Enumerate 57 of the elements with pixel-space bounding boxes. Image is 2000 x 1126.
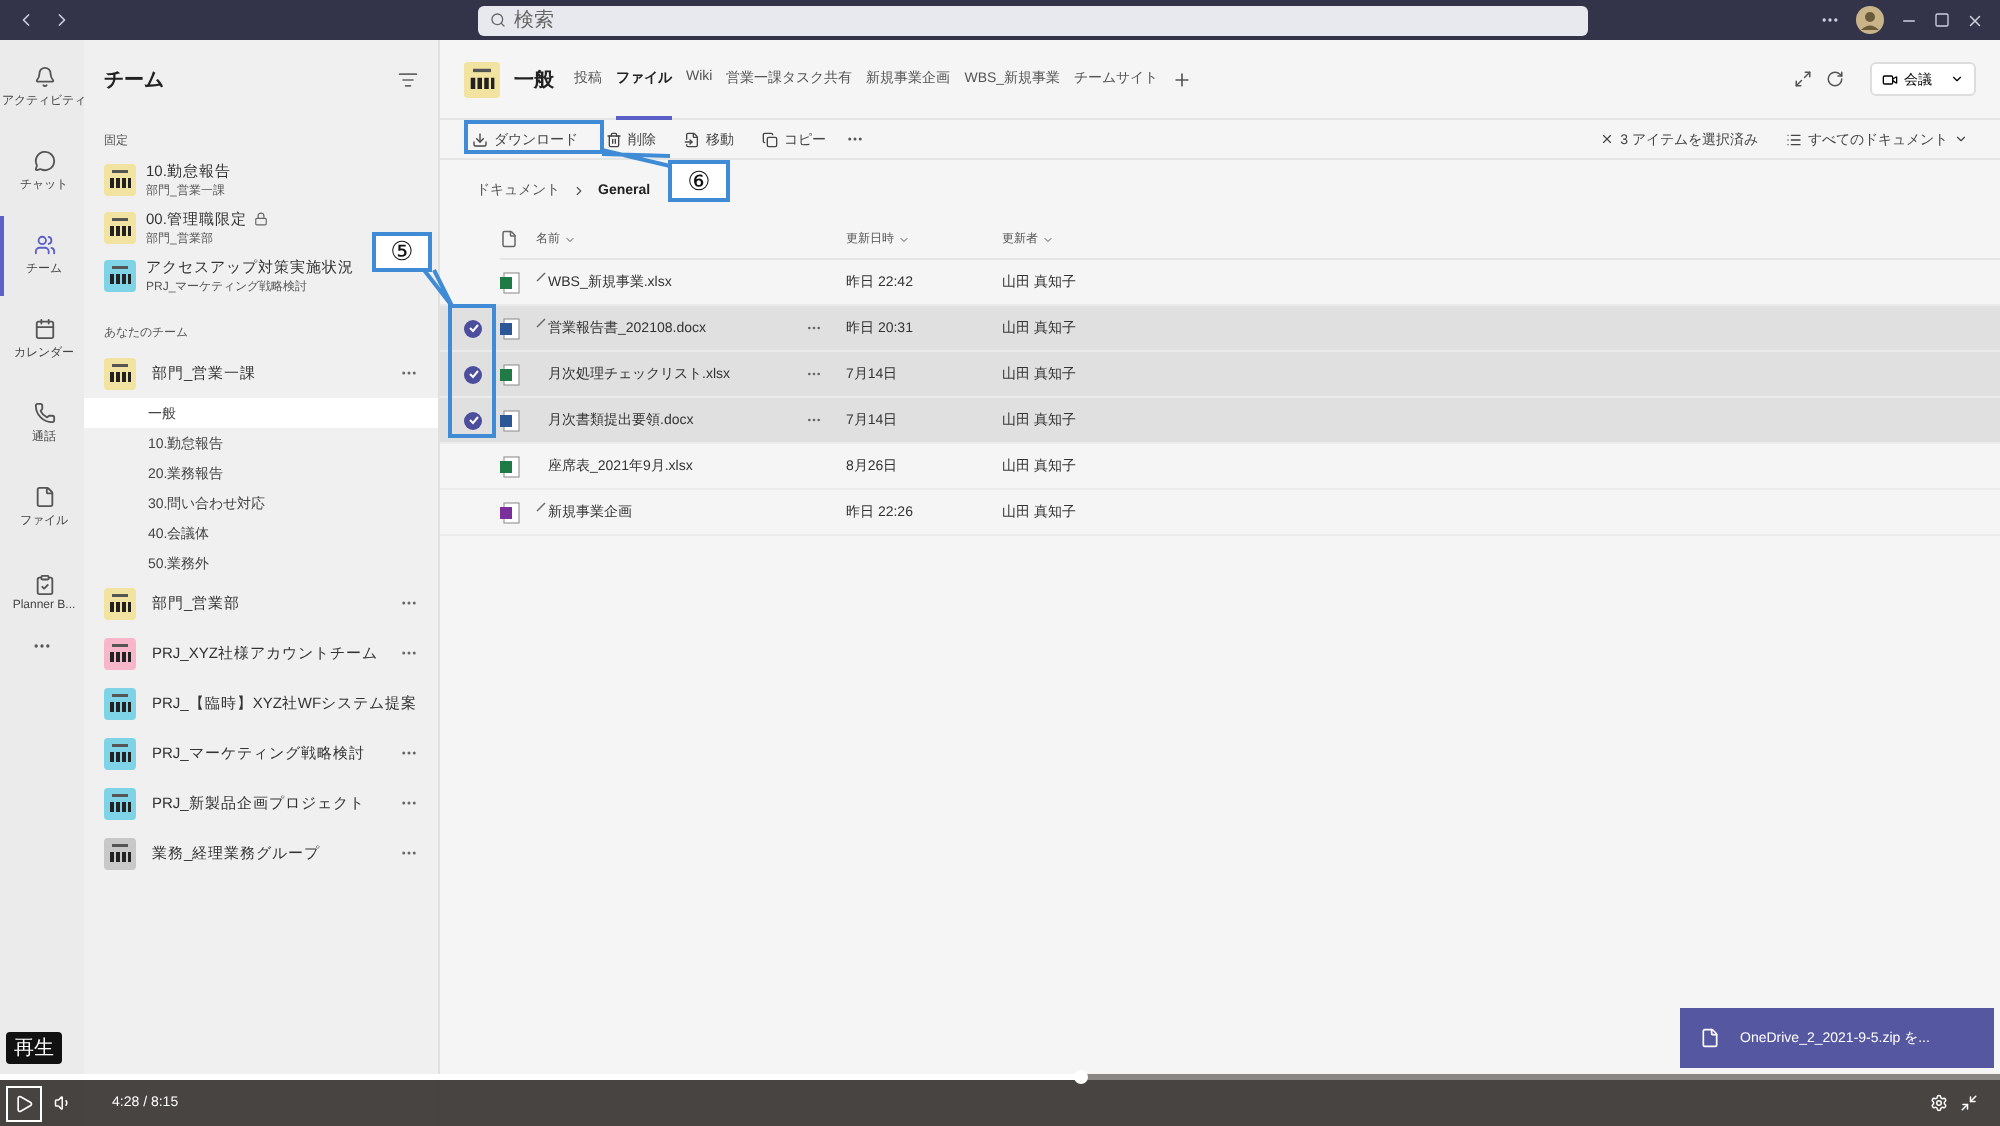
chevron-down-icon (564, 233, 576, 245)
file-type-icon (500, 409, 520, 431)
close-icon[interactable] (1966, 11, 1984, 29)
phone-icon (33, 402, 55, 424)
chevron-down-icon (1954, 132, 1968, 146)
highlight-frame (464, 120, 604, 154)
avatar-icon[interactable] (1856, 6, 1884, 34)
chevron-down-icon (1950, 72, 1964, 86)
maximize-icon[interactable] (1934, 12, 1950, 28)
seek-bar[interactable] (0, 1074, 2000, 1080)
list-icon (1786, 131, 1802, 147)
chevron-down-icon (898, 233, 910, 245)
settings-icon[interactable] (1930, 1094, 1948, 1112)
seek-handle[interactable] (1074, 1070, 1088, 1084)
people-icon (33, 234, 55, 256)
file-type-icon (500, 271, 520, 293)
minimize-icon[interactable] (1960, 1094, 1978, 1112)
expand-icon[interactable] (1794, 70, 1812, 88)
add-tab-icon[interactable] (1172, 69, 1193, 89)
volume-icon[interactable] (54, 1094, 72, 1112)
panel-title: チーム (104, 68, 164, 94)
calendar-icon (33, 318, 55, 340)
filter-icon[interactable] (398, 70, 418, 90)
copy-icon (762, 131, 778, 147)
row-checkbox[interactable] (464, 365, 482, 383)
video-camera-icon (1882, 71, 1898, 87)
search-field[interactable]: 検索 (478, 5, 1588, 35)
chat-icon (33, 150, 55, 172)
lock-icon (254, 212, 269, 226)
channel-title: 一般 (514, 67, 554, 93)
trash-icon (606, 131, 622, 147)
leader-line (422, 268, 454, 308)
leader-line (600, 148, 672, 168)
play-button[interactable] (6, 1085, 42, 1121)
play-icon (14, 1093, 34, 1113)
row-checkbox[interactable] (464, 411, 482, 429)
highlight-frame (448, 304, 496, 438)
row-checkbox[interactable] (464, 319, 482, 337)
callout-label: ⑥ (668, 160, 730, 202)
tooltip: 再生 (6, 1032, 62, 1064)
move-icon (684, 131, 700, 147)
refresh-icon[interactable] (1826, 70, 1844, 88)
file-icon (1700, 1028, 1720, 1048)
file-icon (33, 486, 55, 508)
chevron-icon (572, 183, 586, 197)
file-type-icon (500, 501, 520, 523)
download-icon (472, 131, 488, 147)
file-type-icon (500, 363, 520, 385)
close-icon (1600, 132, 1615, 146)
chevron-down-icon (1042, 233, 1054, 245)
search-icon (490, 12, 506, 28)
file-type-icon (500, 455, 520, 477)
callout-label: ⑤ (372, 232, 432, 272)
file-type-icon (500, 317, 520, 339)
clipboard-icon (33, 573, 55, 595)
bell-icon (33, 66, 55, 88)
file-type-icon (500, 230, 518, 248)
